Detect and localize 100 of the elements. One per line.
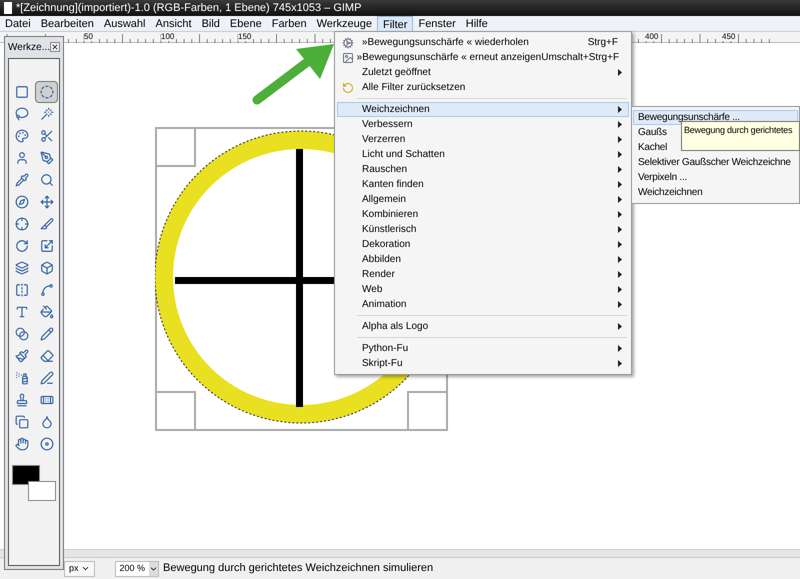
menu-item-label: Zuletzt geöffnet (362, 66, 431, 80)
menu-item-label: Dekoration (362, 238, 410, 252)
paintbrush-icon (14, 349, 28, 363)
menu-item[interactable]: Web (337, 282, 629, 297)
menu-item[interactable]: Künstlerisch (337, 222, 629, 237)
menu-item[interactable]: Verbessern (337, 117, 629, 132)
wand-icon (40, 107, 54, 121)
menu-item[interactable]: Zuletzt geöffnet (337, 65, 629, 80)
menu-item-label: Künstlerisch (362, 223, 416, 237)
menu-item[interactable]: Alpha als Logo (337, 319, 629, 334)
disc-icon (40, 437, 54, 451)
flip-icon (14, 283, 28, 297)
eraser-icon (40, 349, 54, 363)
background-color[interactable] (28, 481, 56, 501)
submenu-item[interactable]: Verpixeln ... (633, 170, 798, 185)
pen-line-icon (40, 371, 54, 385)
shortcut-label: Strg+F (588, 36, 618, 50)
menu-bar-item[interactable]: Bild (196, 16, 225, 32)
menu-bar-item[interactable]: Ansicht (150, 16, 197, 32)
menu-item-label: Web (362, 283, 382, 297)
cube-icon (40, 261, 54, 275)
tool-button[interactable] (35, 81, 58, 103)
menu-item-label: Skript-Fu (362, 357, 403, 371)
menu-item-label: Alle Filter zurücksetzen (362, 81, 466, 95)
pipette-icon (14, 173, 28, 187)
menu-bar-item[interactable]: Fenster (413, 16, 461, 32)
menu-bar-item[interactable]: Bearbeiten (36, 16, 99, 32)
color-swatches[interactable] (12, 465, 56, 501)
menu-item[interactable]: Verzerren (337, 132, 629, 147)
menu-item-label: Verbessern (362, 118, 413, 132)
lasso-icon (14, 107, 28, 121)
blend-icon (14, 327, 28, 341)
menu-bar-item[interactable]: Auswahl (98, 16, 150, 32)
paint-bucket-icon (40, 305, 54, 319)
spray-can-icon (14, 371, 28, 385)
reset-icon (342, 82, 354, 94)
rotate-icon (14, 239, 28, 253)
scaling-icon (40, 239, 54, 253)
menu-item[interactable]: Python-Fu (337, 341, 629, 356)
menu-bar-item[interactable]: Filter (377, 16, 414, 32)
submenu-item[interactable]: Weichzeichnen (633, 185, 798, 200)
droplet-icon (40, 415, 54, 429)
menu-item-label: Licht und Schatten (362, 148, 445, 162)
image-icon (342, 52, 354, 64)
menu-item[interactable]: Render (337, 267, 629, 282)
palette-icon (14, 129, 28, 143)
menu-item-label: Weichzeichnen (362, 103, 430, 117)
compass-icon (14, 195, 28, 209)
search-icon (40, 173, 54, 187)
menu-bar-item[interactable]: Hilfe (460, 16, 493, 32)
menu-item[interactable]: »Bewegungsunschärfe « erneut anzeigenUmschalt+Strg+F (337, 50, 629, 65)
menu-item-label: Kombinieren (362, 208, 418, 222)
menu-item[interactable]: Rauschen (337, 162, 629, 177)
menu-item[interactable]: Animation (337, 297, 629, 312)
menu-bar-item[interactable]: Farben (266, 16, 312, 32)
tooltip: Bewegung durch gerichtetes (681, 121, 800, 151)
bandage-icon (40, 393, 54, 407)
menu-bar-item[interactable]: Datei (0, 16, 36, 32)
menu-item-label: Rauschen (362, 163, 408, 177)
spline-icon (40, 283, 54, 297)
submenu-item[interactable]: Selektiver Gaußscher Weichzeichne (633, 155, 798, 170)
window-icon (4, 2, 12, 14)
foreground-color[interactable] (12, 465, 40, 485)
menu-item[interactable]: Licht und Schatten (337, 147, 629, 162)
menu-item[interactable]: Skript-Fu (337, 356, 629, 371)
move-arrows-icon (40, 195, 54, 209)
stamp-icon (14, 393, 28, 407)
menu-item-label: Python-Fu (362, 342, 408, 356)
rectangle-icon (14, 85, 28, 99)
menu-item[interactable]: Dekoration (337, 237, 629, 252)
menu-item[interactable]: Weichzeichnen (337, 102, 629, 117)
zoom-field[interactable]: 200 % (114, 560, 160, 576)
copy-icon (14, 415, 28, 429)
ruler-label: 100 (161, 32, 174, 41)
menu-item-label: Alpha als Logo (362, 320, 428, 334)
menu-item[interactable]: Kombinieren (337, 207, 629, 222)
menu-bar-item[interactable]: Werkzeuge (312, 16, 378, 32)
menu-item-label: Abbilden (362, 253, 401, 267)
dashed-circle-icon (40, 85, 54, 99)
crosshair-icon (14, 217, 28, 231)
ruler-label: 50 (84, 32, 93, 41)
close-icon[interactable] (50, 42, 60, 52)
menu-item[interactable]: »Bewegungsunschärfe « wiederholen Strg+F (337, 35, 629, 50)
knife-icon (40, 217, 54, 231)
menu-bar-item[interactable]: Ebene (224, 16, 267, 32)
menu-item[interactable]: Allgemein (337, 192, 629, 207)
menu-item-label: »Bewegungsunschärfe « erneut anzeigen (356, 51, 542, 65)
menu-item[interactable]: Kanten finden (337, 177, 629, 192)
hand-icon (14, 437, 28, 451)
menu-item[interactable]: Abbilden (337, 252, 629, 267)
menu-item-label: »Bewegungsunschärfe « wiederholen (362, 36, 529, 50)
type-icon (14, 305, 28, 319)
pencil-icon (40, 327, 54, 341)
toolbox-title: Werkze... (8, 40, 50, 54)
gear-icon (342, 36, 354, 48)
menu-item-label: Kanten finden (362, 178, 424, 192)
ruler-label: 400 (645, 32, 658, 41)
scissors-icon (40, 129, 54, 143)
unit-dropdown[interactable]: px (64, 560, 95, 576)
menu-item[interactable]: Alle Filter zurücksetzen (337, 80, 629, 95)
